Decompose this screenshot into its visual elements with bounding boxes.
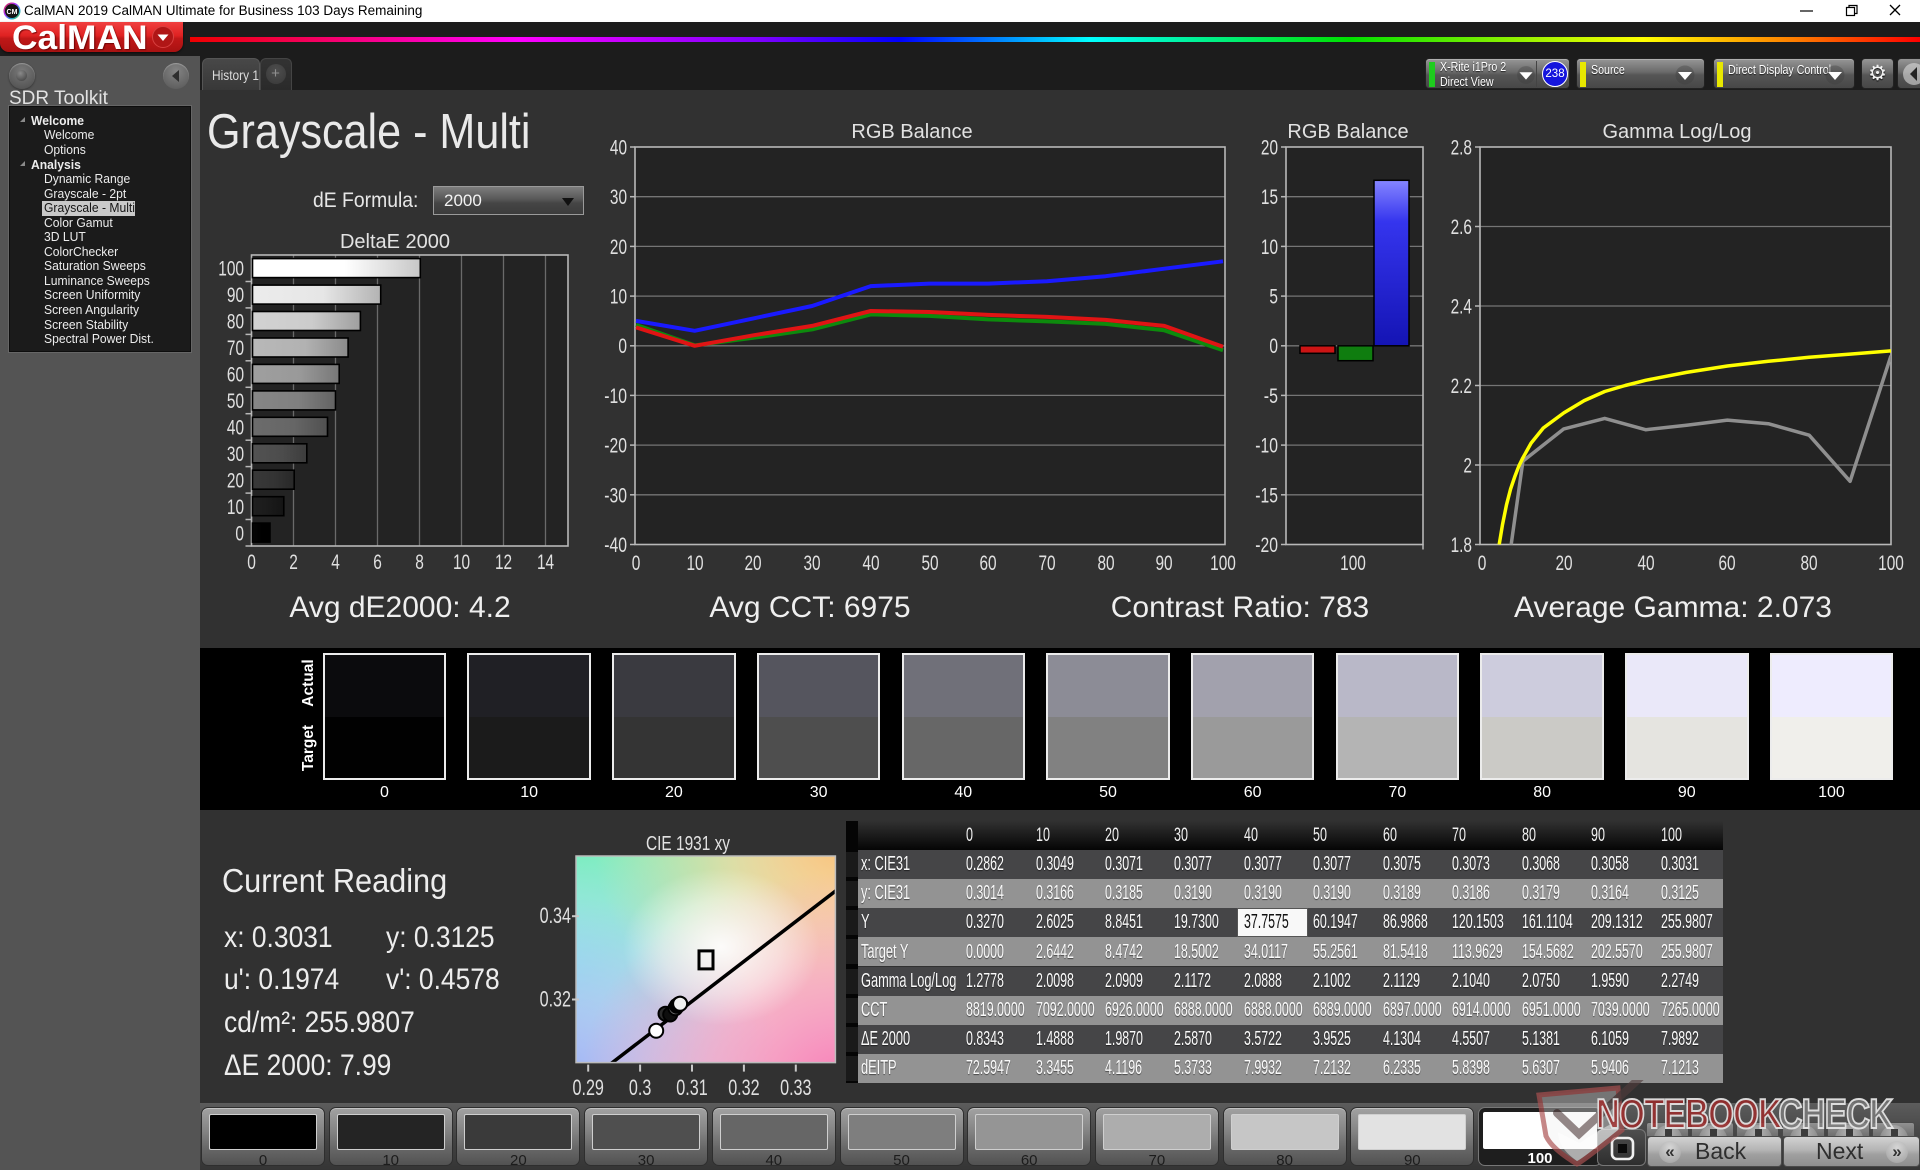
svg-text:80: 80 <box>227 311 244 334</box>
svg-text:0.31: 0.31 <box>676 1075 707 1100</box>
svg-text:10: 10 <box>1261 236 1278 259</box>
svg-text:10: 10 <box>227 496 244 519</box>
svg-text:-5: -5 <box>1264 385 1278 408</box>
svg-text:60: 60 <box>979 552 996 575</box>
svg-text:30: 30 <box>227 443 244 466</box>
svg-text:RGB Balance: RGB Balance <box>1287 121 1408 143</box>
svg-text:-15: -15 <box>1255 484 1278 507</box>
svg-text:40: 40 <box>610 137 627 160</box>
svg-text:0: 0 <box>247 551 256 574</box>
svg-text:4: 4 <box>331 551 340 574</box>
svg-text:RGB Balance: RGB Balance <box>851 121 972 143</box>
svg-text:NOTEBOOK: NOTEBOOK <box>1596 1091 1782 1138</box>
svg-text:5: 5 <box>1269 286 1278 309</box>
svg-text:0: 0 <box>632 552 641 575</box>
svg-text:30: 30 <box>610 186 627 209</box>
svg-text:60: 60 <box>1718 552 1735 575</box>
svg-text:80: 80 <box>1097 552 1114 575</box>
svg-text:-10: -10 <box>1255 435 1278 458</box>
svg-text:10: 10 <box>686 552 703 575</box>
svg-text:40: 40 <box>862 552 879 575</box>
svg-text:70: 70 <box>1038 552 1055 575</box>
svg-text:40: 40 <box>1637 552 1654 575</box>
svg-text:50: 50 <box>227 390 244 413</box>
svg-text:100: 100 <box>218 258 244 281</box>
svg-text:80: 80 <box>1800 552 1817 575</box>
svg-text:2: 2 <box>1463 455 1472 478</box>
svg-text:12: 12 <box>495 551 512 574</box>
svg-text:30: 30 <box>803 552 820 575</box>
svg-text:CM: CM <box>7 9 18 16</box>
svg-text:0.32: 0.32 <box>728 1075 759 1100</box>
svg-text:CHECK: CHECK <box>1778 1091 1892 1138</box>
svg-text:15: 15 <box>1261 186 1278 209</box>
svg-text:8: 8 <box>415 551 424 574</box>
svg-text:20: 20 <box>1261 137 1278 160</box>
svg-text:-10: -10 <box>604 385 627 408</box>
svg-text:20: 20 <box>1555 552 1572 575</box>
svg-text:CIE 1931 xy: CIE 1931 xy <box>646 833 730 855</box>
svg-text:10: 10 <box>610 286 627 309</box>
svg-text:2.8: 2.8 <box>1451 137 1472 160</box>
svg-text:0: 0 <box>1269 335 1278 358</box>
svg-text:10: 10 <box>453 551 470 574</box>
svg-text:1.8: 1.8 <box>1451 534 1472 557</box>
svg-text:0: 0 <box>1478 552 1487 575</box>
svg-text:0.34: 0.34 <box>540 903 571 928</box>
svg-text:-40: -40 <box>604 534 627 557</box>
svg-text:2.2: 2.2 <box>1451 375 1472 398</box>
svg-text:90: 90 <box>227 284 244 307</box>
svg-text:2.4: 2.4 <box>1451 296 1473 319</box>
svg-text:60: 60 <box>227 364 244 387</box>
svg-text:0: 0 <box>618 335 627 358</box>
svg-text:0.29: 0.29 <box>573 1075 604 1100</box>
svg-text:2.6: 2.6 <box>1451 216 1472 239</box>
svg-text:100: 100 <box>1210 552 1236 575</box>
svg-text:90: 90 <box>1155 552 1172 575</box>
svg-text:50: 50 <box>921 552 938 575</box>
svg-text:70: 70 <box>227 337 244 360</box>
svg-text:-20: -20 <box>604 435 627 458</box>
svg-text:40: 40 <box>227 417 244 440</box>
svg-text:14: 14 <box>537 551 554 574</box>
svg-text:20: 20 <box>744 552 761 575</box>
svg-text:-30: -30 <box>604 484 627 507</box>
svg-text:100: 100 <box>1878 552 1904 575</box>
svg-text:6: 6 <box>373 551 382 574</box>
svg-text:100: 100 <box>1340 552 1366 575</box>
svg-text:0.3: 0.3 <box>629 1075 651 1100</box>
svg-text:DeltaE 2000: DeltaE 2000 <box>340 231 450 253</box>
svg-text:20: 20 <box>610 236 627 259</box>
svg-text:0.32: 0.32 <box>540 987 571 1012</box>
svg-text:0.33: 0.33 <box>780 1075 811 1100</box>
svg-text:-20: -20 <box>1255 534 1278 557</box>
svg-text:Gamma Log/Log: Gamma Log/Log <box>1603 121 1752 143</box>
svg-text:20: 20 <box>227 469 244 492</box>
svg-text:0: 0 <box>235 522 244 545</box>
svg-text:2: 2 <box>289 551 298 574</box>
